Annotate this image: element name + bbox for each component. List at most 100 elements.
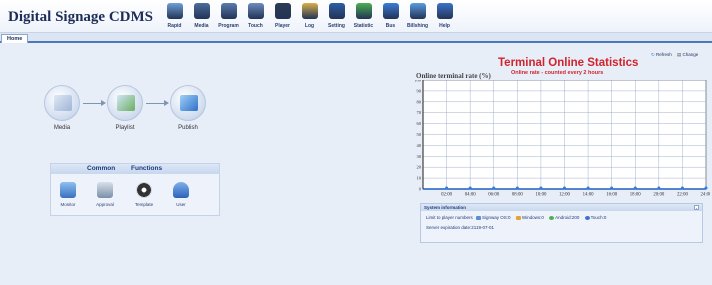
player-limits-row: Limit to player numbers Signway OS:0 Win… <box>426 215 606 220</box>
android-icon <box>549 215 555 220</box>
x-tick-label: 10:00 <box>535 193 547 198</box>
toolbar-rapid-button[interactable]: Rapid <box>161 3 188 29</box>
x-tick-label: 20:00 <box>653 193 665 198</box>
main-toolbar: Rapid Media Program Touch Player Log Setting St… <box>161 3 458 29</box>
func-user[interactable]: User <box>166 182 196 207</box>
func-monitor[interactable]: Monitor <box>53 182 83 207</box>
playlist-icon <box>117 95 135 111</box>
toolbar-log-button[interactable]: Log <box>296 3 323 29</box>
y-tick-label: 10 <box>417 176 422 181</box>
publish-monitor-icon <box>180 95 198 111</box>
stats-title: Terminal Online Statistics <box>498 57 639 69</box>
tab-bar: Home <box>0 33 712 43</box>
flow-media-label: Media <box>53 125 71 131</box>
data-point <box>586 186 590 190</box>
flow-publish-label: Publish <box>178 125 198 131</box>
x-tick-label: 08:00 <box>512 193 524 198</box>
help-icon <box>436 3 453 19</box>
flow-playlist[interactable] <box>107 85 143 121</box>
touch-count: Touch:0 <box>590 215 607 220</box>
data-point <box>680 186 684 190</box>
data-point <box>515 186 519 190</box>
collapse-toggle[interactable]: - <box>694 205 699 210</box>
toolbar-billshing-button[interactable]: Billshing <box>404 3 431 29</box>
user-icon <box>173 182 189 198</box>
data-point <box>468 186 472 190</box>
toolbar-help-button[interactable]: Help <box>431 3 458 29</box>
system-info-panel: System information - Limit to player num… <box>420 203 703 243</box>
y-tick-label: 80 <box>417 99 422 104</box>
toolbar-program-button[interactable]: Program <box>215 3 242 29</box>
y-tick-label: 100 <box>414 80 422 83</box>
toolbar-bus-button[interactable]: Bus <box>377 3 404 29</box>
common-functions-header: Common Functions <box>51 164 219 174</box>
approval-icon <box>97 182 113 198</box>
windows-icon <box>515 215 521 220</box>
toolbar-media-button[interactable]: Media <box>188 3 215 29</box>
func-template[interactable]: Template <box>129 182 159 207</box>
data-point <box>445 186 449 190</box>
toolbar-label: Bus <box>385 23 396 29</box>
x-tick-label: 24:00 <box>701 193 710 198</box>
toolbar-label: Help <box>439 23 450 29</box>
data-point <box>657 186 661 190</box>
stats-subtitle: Online rate - counted every 2 hours <box>511 70 604 76</box>
app-title: Digital Signage CDMS <box>8 9 154 25</box>
toolbar-label: Log <box>304 23 315 29</box>
system-info-title: System information <box>424 205 467 210</box>
system-info-header: System information - <box>421 204 702 211</box>
y-tick-label: 30 <box>417 154 422 159</box>
android-count: Android:200 <box>555 215 580 220</box>
toolbar-touch-button[interactable]: Touch <box>242 3 269 29</box>
refresh-link[interactable]: ↻ Refresh <box>651 52 672 58</box>
flow-media[interactable] <box>44 85 80 121</box>
arrow-icon <box>83 100 106 106</box>
functions-title: Functions <box>131 165 163 172</box>
flow-publish[interactable] <box>170 85 206 121</box>
toolbar-label: Program <box>218 23 239 29</box>
func-monitor-label: Monitor <box>60 202 76 207</box>
app-header: Digital Signage CDMS Rapid Media Program To… <box>0 0 712 33</box>
media-folder-icon <box>54 95 72 111</box>
statistic-icon <box>355 3 372 19</box>
limit-label: Limit to player numbers <box>426 215 473 220</box>
toolbar-player-button[interactable]: Player <box>269 3 296 29</box>
func-approval[interactable]: Approval <box>90 182 120 207</box>
tab-home[interactable]: Home <box>1 34 29 43</box>
program-icon <box>220 3 237 19</box>
data-point <box>704 186 708 190</box>
media-icon <box>193 3 210 19</box>
y-tick-label: 40 <box>417 143 422 148</box>
data-point <box>633 186 637 190</box>
toolbar-label: Player <box>274 23 290 29</box>
player-icon <box>274 3 291 19</box>
common-functions-panel: Common Functions Monitor Approval Templa… <box>50 163 220 216</box>
touch-device-icon <box>584 215 590 220</box>
touch-icon <box>247 3 264 19</box>
toolbar-statistic-button[interactable]: Statistic <box>350 3 377 29</box>
toolbar-label: Setting <box>328 23 345 29</box>
setting-icon <box>328 3 345 19</box>
data-point <box>563 186 566 190</box>
y-tick-label: 60 <box>417 121 422 126</box>
monitor-icon <box>60 182 76 198</box>
data-point <box>492 186 496 190</box>
change-link[interactable]: ▤ Change <box>677 52 698 58</box>
toolbar-setting-button[interactable]: Setting <box>323 3 350 29</box>
y-tick-label: 90 <box>417 88 422 93</box>
x-tick-label: 06:00 <box>488 193 500 198</box>
toolbar-label: Rapid <box>167 23 182 29</box>
chart-ylabel: Online terminal rate (%) <box>416 72 491 80</box>
x-tick-label: 14:00 <box>583 193 595 198</box>
change-icon: ▤ <box>677 52 682 57</box>
y-tick-label: 70 <box>417 110 422 115</box>
rapid-icon <box>166 3 183 19</box>
bus-icon <box>382 3 399 19</box>
change-label: Change <box>682 52 699 57</box>
func-template-label: Template <box>134 202 154 207</box>
x-tick-label: 12:00 <box>559 193 571 198</box>
arrow-icon <box>146 100 169 106</box>
x-tick-label: 02:00 <box>441 193 453 198</box>
expiration-date: Server expiration date:2119-07-01 <box>426 225 494 230</box>
data-point <box>610 186 614 190</box>
